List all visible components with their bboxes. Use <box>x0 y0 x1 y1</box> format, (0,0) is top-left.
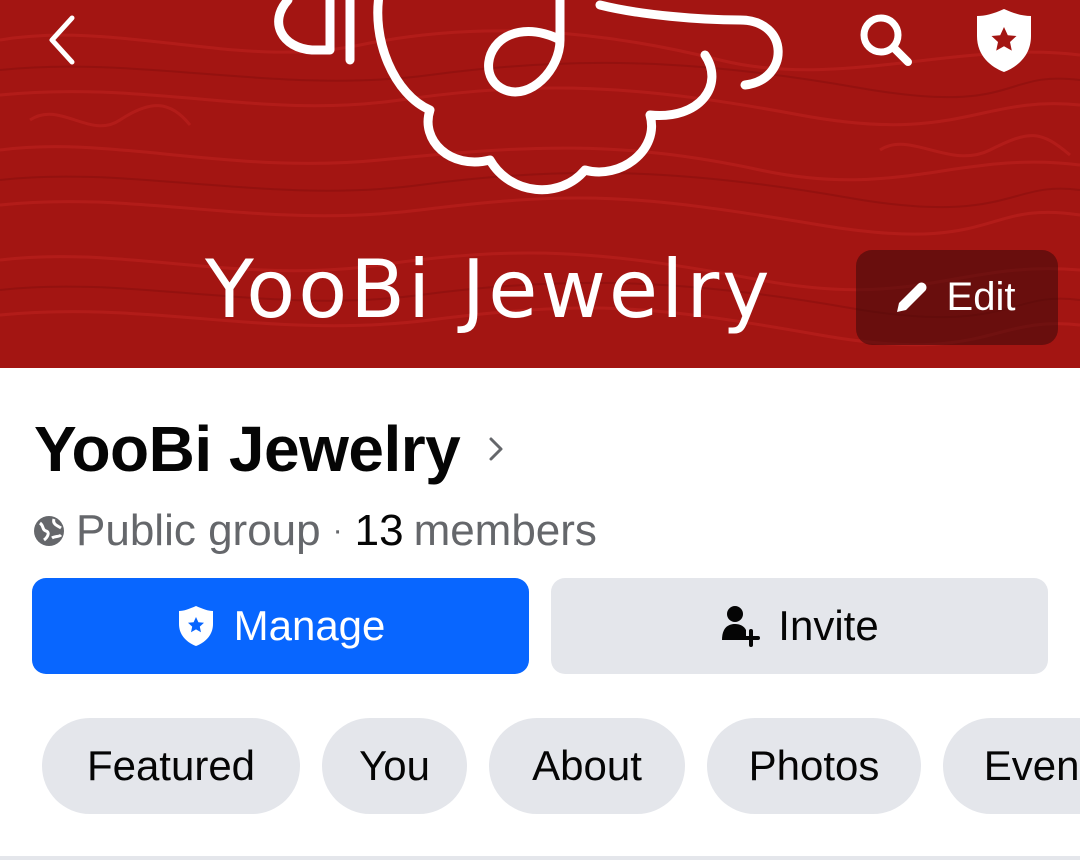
member-label[interactable]: members <box>414 506 597 556</box>
member-count[interactable]: 13 <box>355 506 404 556</box>
privacy-label: Public group <box>76 506 321 555</box>
invite-button[interactable]: Invite <box>551 578 1048 674</box>
chevron-right-icon <box>489 437 503 461</box>
cover-photo: YooBi Jewelry Edit <box>0 0 1080 368</box>
divider <box>0 856 1080 860</box>
tab-events[interactable]: Events <box>943 718 1080 814</box>
back-button[interactable] <box>30 8 94 72</box>
globe-icon <box>34 516 64 546</box>
pencil-icon <box>896 282 927 312</box>
admin-shield-icon <box>178 606 213 646</box>
group-tabs: Featured You About Photos Events <box>42 718 1080 814</box>
invite-label: Invite <box>778 602 879 649</box>
chevron-left-icon <box>49 15 75 65</box>
add-person-icon <box>722 606 761 647</box>
tab-about[interactable]: About <box>489 718 685 814</box>
admin-shield-icon <box>977 9 1031 72</box>
group-title: YooBi Jewelry <box>34 413 461 485</box>
tab-you[interactable]: You <box>322 718 467 814</box>
search-button[interactable] <box>852 6 920 74</box>
manage-label: Manage <box>233 602 386 649</box>
edit-label: Edit <box>946 275 1016 319</box>
group-meta: Public group · 13 members <box>32 506 597 556</box>
manage-button[interactable]: Manage <box>32 578 529 674</box>
cover-logo-text: YooBi Jewelry <box>205 243 773 336</box>
edit-cover-button[interactable]: Edit <box>856 250 1058 345</box>
tab-featured[interactable]: Featured <box>42 718 300 814</box>
meta-separator: · <box>332 514 343 547</box>
search-icon <box>860 14 912 66</box>
group-name-link[interactable]: YooBi Jewelry <box>34 404 506 494</box>
group-page: YooBi Jewelry Edit YooBi Jewelry Public … <box>0 0 1080 860</box>
tab-photos[interactable]: Photos <box>707 718 921 814</box>
admin-tools-button[interactable] <box>968 4 1040 76</box>
